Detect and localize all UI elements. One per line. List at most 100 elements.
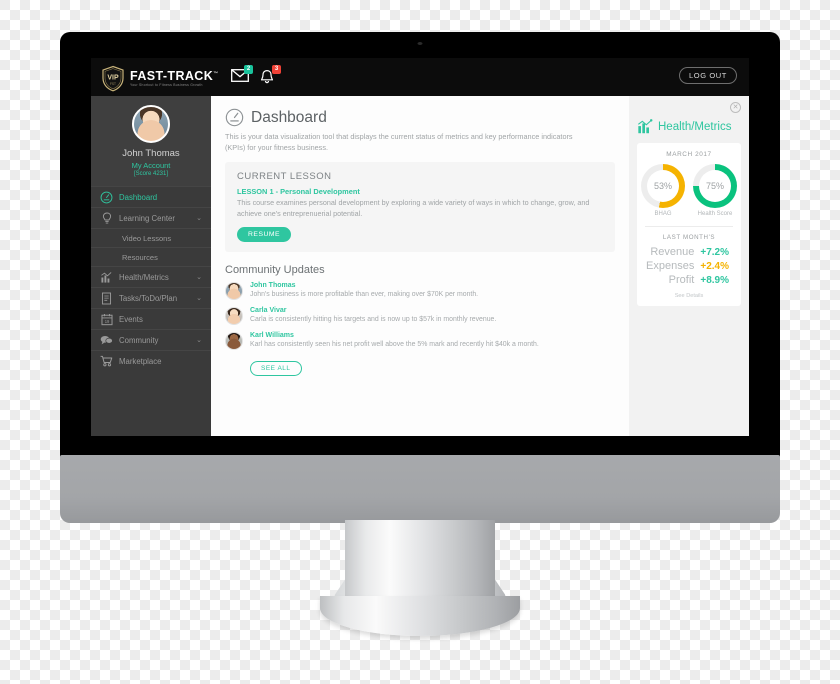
chevron-down-icon[interactable]: ⌄ (196, 336, 202, 344)
community-update-name[interactable]: Karl Williams (250, 332, 539, 339)
community-update-text: John's business is more profitable than … (250, 290, 479, 298)
cart-icon (100, 355, 113, 368)
user-profile: John Thomas My Account [Score 4231] (91, 96, 211, 186)
health-metrics-header: Health/Metrics (637, 119, 741, 135)
metric-value: +8.9% (700, 275, 729, 286)
avatar (225, 281, 243, 300)
calendar-icon: 19 (100, 313, 113, 326)
sidebar: John Thomas My Account [Score 4231] Dash… (91, 96, 211, 436)
metric-label: Revenue (650, 246, 695, 258)
last-months-heading: LAST MONTH'S (662, 234, 716, 241)
chat-icon (100, 334, 113, 347)
messages-button[interactable]: 2 (231, 65, 253, 86)
sidebar-item-events[interactable]: 19 Events (91, 308, 211, 329)
page-title: Dashboard (251, 108, 327, 126)
see-details-link[interactable]: See Details (643, 293, 735, 299)
chevron-down-icon[interactable]: ⌄ (196, 294, 202, 302)
svg-text:FST: FST (110, 82, 116, 86)
community-update-item: Karl Williams Karl has consistently seen … (225, 331, 615, 350)
sidebar-item-label: Marketplace (119, 356, 162, 366)
document-icon (100, 292, 113, 305)
logout-button[interactable]: LOG OUT (679, 67, 737, 84)
donut-charts: 53% BHAG 75% Health Score (641, 164, 737, 217)
health-metrics-panel: ✕ Health/Metrics MARCH 2017 53% BHAG 75% He… (629, 96, 749, 436)
lesson-name[interactable]: LESSON 1 - Personal Development (237, 187, 603, 196)
community-updates-heading: Community Updates (225, 263, 325, 276)
trademark-symbol: ™ (213, 70, 219, 77)
community-update-item: John Thomas John's business is more profi… (225, 281, 615, 300)
divider (645, 226, 733, 227)
user-name: John Thomas (122, 148, 180, 159)
bar-chart-icon (100, 271, 113, 284)
metric-label: Expenses (646, 260, 695, 272)
sidebar-item-label: Resources (122, 252, 158, 262)
sidebar-item-health-metrics[interactable]: Health/Metrics ⌄ (91, 266, 211, 287)
chevron-down-icon[interactable]: ⌄ (196, 273, 202, 281)
donut-label: Health Score (697, 211, 733, 217)
avatar (225, 331, 243, 350)
current-lesson-heading: CURRENT LESSON (237, 171, 332, 183)
monitor-stand-base (320, 596, 520, 636)
health-metrics-title: Health/Metrics (658, 121, 732, 133)
webcam-icon (417, 42, 423, 45)
community-updates-list: John Thomas John's business is more profi… (225, 281, 615, 350)
sidebar-subitem-resources[interactable]: Resources (91, 247, 211, 266)
metric-row: Profit +8.9% (643, 274, 735, 286)
monitor-chin (60, 455, 780, 523)
page-header: Dashboard (225, 108, 615, 127)
bar-chart-icon (638, 119, 653, 134)
svg-text:VIP: VIP (107, 75, 119, 82)
messages-badge: 2 (244, 65, 253, 74)
page-description: This is your data visualization tool tha… (225, 132, 573, 152)
metrics-card: MARCH 2017 53% BHAG 75% Health Score LAST M… (637, 143, 741, 306)
svg-text:19: 19 (104, 318, 109, 323)
community-update-name[interactable]: John Thomas (250, 282, 478, 289)
notifications-badge: 3 (272, 65, 281, 74)
community-update-text: Carla is consistently hitting his target… (250, 315, 497, 323)
sidebar-item-label: Video Lessons (122, 233, 172, 243)
avatar (225, 306, 243, 325)
community-update-item: Carla Vivar Carla is consistently hitting… (225, 306, 615, 325)
notifications-button[interactable]: 3 (259, 65, 281, 86)
user-score: [Score 4231] (133, 171, 169, 177)
brand-tagline: Your Shortcut to Fitness Business Growth (130, 82, 203, 87)
sidebar-item-community[interactable]: Community ⌄ (91, 329, 211, 350)
gauge-icon (225, 108, 244, 127)
sidebar-item-tasks-todo-plan[interactable]: Tasks/ToDo/Plan ⌄ (91, 287, 211, 308)
community-update-name[interactable]: Carla Vivar (250, 307, 496, 314)
avatar (132, 105, 170, 143)
close-icon[interactable]: ✕ (730, 102, 741, 113)
gauge-icon (100, 191, 113, 204)
donut-ring: 53% (641, 164, 685, 208)
donut-chart-bhag: 53% BHAG (641, 164, 685, 217)
donut-value: 53% (653, 181, 672, 191)
metric-value: +7.2% (700, 247, 729, 258)
brand-name: FAST-TRACK™ (130, 68, 219, 83)
monitor-bezel: VIP FST FAST-TRACK™ Your Shortcut to Fit… (60, 32, 780, 462)
sidebar-item-marketplace[interactable]: Marketplace (91, 350, 211, 371)
metric-label: Profit (668, 274, 695, 286)
resume-button[interactable]: RESUME (237, 226, 292, 242)
lesson-description: This course examines personal developmen… (237, 198, 590, 218)
app-header: VIP FST FAST-TRACK™ Your Shortcut to Fit… (91, 58, 749, 96)
sidebar-item-learning-center[interactable]: Learning Center ⌄ (91, 207, 211, 228)
metrics-month: MARCH 2017 (666, 151, 712, 158)
sidebar-item-label: Learning Center (119, 213, 175, 223)
chevron-down-icon[interactable]: ⌄ (196, 214, 202, 222)
vip-shield-icon: VIP FST (101, 65, 125, 92)
app-screen: VIP FST FAST-TRACK™ Your Shortcut to Fit… (91, 58, 749, 436)
lightbulb-icon (100, 212, 113, 225)
donut-chart-health-score: 75% Health Score (693, 164, 737, 217)
see-all-button[interactable]: SEE ALL (250, 360, 302, 376)
community-update-text: Karl has consistently seen his net profi… (250, 340, 539, 348)
metric-row: Revenue +7.2% (643, 246, 735, 258)
metric-value: +2.4% (700, 261, 729, 272)
sidebar-item-dashboard[interactable]: Dashboard (91, 186, 211, 207)
sidebar-item-label: Tasks/ToDo/Plan (119, 293, 178, 303)
sidebar-subitem-video-lessons[interactable]: Video Lessons (91, 228, 211, 247)
donut-value: 75% (705, 181, 724, 191)
metric-row: Expenses +2.4% (643, 260, 735, 272)
brand-logo[interactable]: VIP FST FAST-TRACK™ Your Shortcut to Fit… (101, 65, 219, 92)
sidebar-item-label: Community (119, 335, 159, 345)
my-account-link[interactable]: My Account (91, 161, 211, 170)
